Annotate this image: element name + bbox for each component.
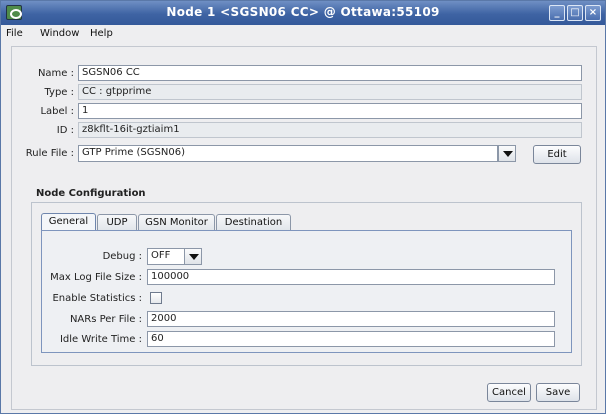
nars-label: NARs Per File : — [69, 314, 142, 325]
menu-file[interactable]: File — [6, 28, 23, 39]
debug-select[interactable]: OFF — [147, 248, 185, 265]
window-title: Node 1 <SGSN06 CC> @ Ottawa:55109 — [166, 5, 440, 19]
max-log-field[interactable]: 100000 — [147, 269, 555, 285]
tab-udp[interactable]: UDP — [97, 214, 137, 230]
label-label: Label : — [40, 106, 74, 117]
cancel-button[interactable]: Cancel — [487, 383, 531, 402]
max-log-label: Max Log File Size : — [50, 272, 142, 283]
tab-general[interactable]: General — [41, 213, 96, 230]
idle-write-label: Idle Write Time : — [59, 334, 142, 345]
id-label: ID : — [56, 125, 74, 136]
save-button[interactable]: Save — [536, 383, 580, 402]
general-tab-panel: Debug : OFF Max Log File Size : 100000 E… — [41, 230, 572, 353]
type-field: CC : gtpprime — [78, 84, 582, 100]
enable-stats-checkbox[interactable] — [150, 292, 162, 304]
tab-gsn-monitor[interactable]: GSN Monitor — [138, 214, 215, 230]
node-window: Node 1 <SGSN06 CC> @ Ottawa:55109 _ □ × … — [0, 0, 606, 414]
label-field[interactable]: 1 — [78, 103, 582, 119]
title-bar[interactable]: Node 1 <SGSN06 CC> @ Ottawa:55109 _ □ × — [1, 1, 605, 25]
edit-button[interactable]: Edit — [533, 145, 581, 164]
debug-label: Debug : — [102, 251, 142, 262]
name-label: Name : — [37, 68, 74, 79]
menu-bar: File Window Help — [1, 25, 605, 43]
id-field: z8kflt-16it-gztiaim1 — [78, 122, 582, 138]
minimize-button[interactable]: _ — [549, 5, 565, 21]
idle-write-field[interactable]: 60 — [147, 331, 555, 347]
node-config-title: Node Configuration — [36, 188, 146, 199]
maximize-button[interactable]: □ — [567, 5, 583, 21]
enable-stats-label: Enable Statistics : — [52, 293, 142, 304]
type-label: Type : — [44, 87, 74, 98]
chevron-down-icon[interactable] — [184, 248, 202, 265]
nars-field[interactable]: 2000 — [147, 311, 555, 327]
name-field[interactable]: SGSN06 CC — [78, 65, 582, 81]
menu-window[interactable]: Window — [40, 28, 79, 39]
tab-destination[interactable]: Destination — [216, 214, 291, 230]
rule-file-select[interactable]: GTP Prime (SGSN06) — [78, 145, 498, 162]
rule-file-label: Rule File : — [25, 148, 74, 159]
close-button[interactable]: × — [585, 5, 601, 21]
menu-help[interactable]: Help — [90, 28, 113, 39]
chevron-down-icon[interactable] — [498, 145, 516, 162]
content-panel: Name : SGSN06 CC Type : CC : gtpprime La… — [11, 46, 597, 410]
